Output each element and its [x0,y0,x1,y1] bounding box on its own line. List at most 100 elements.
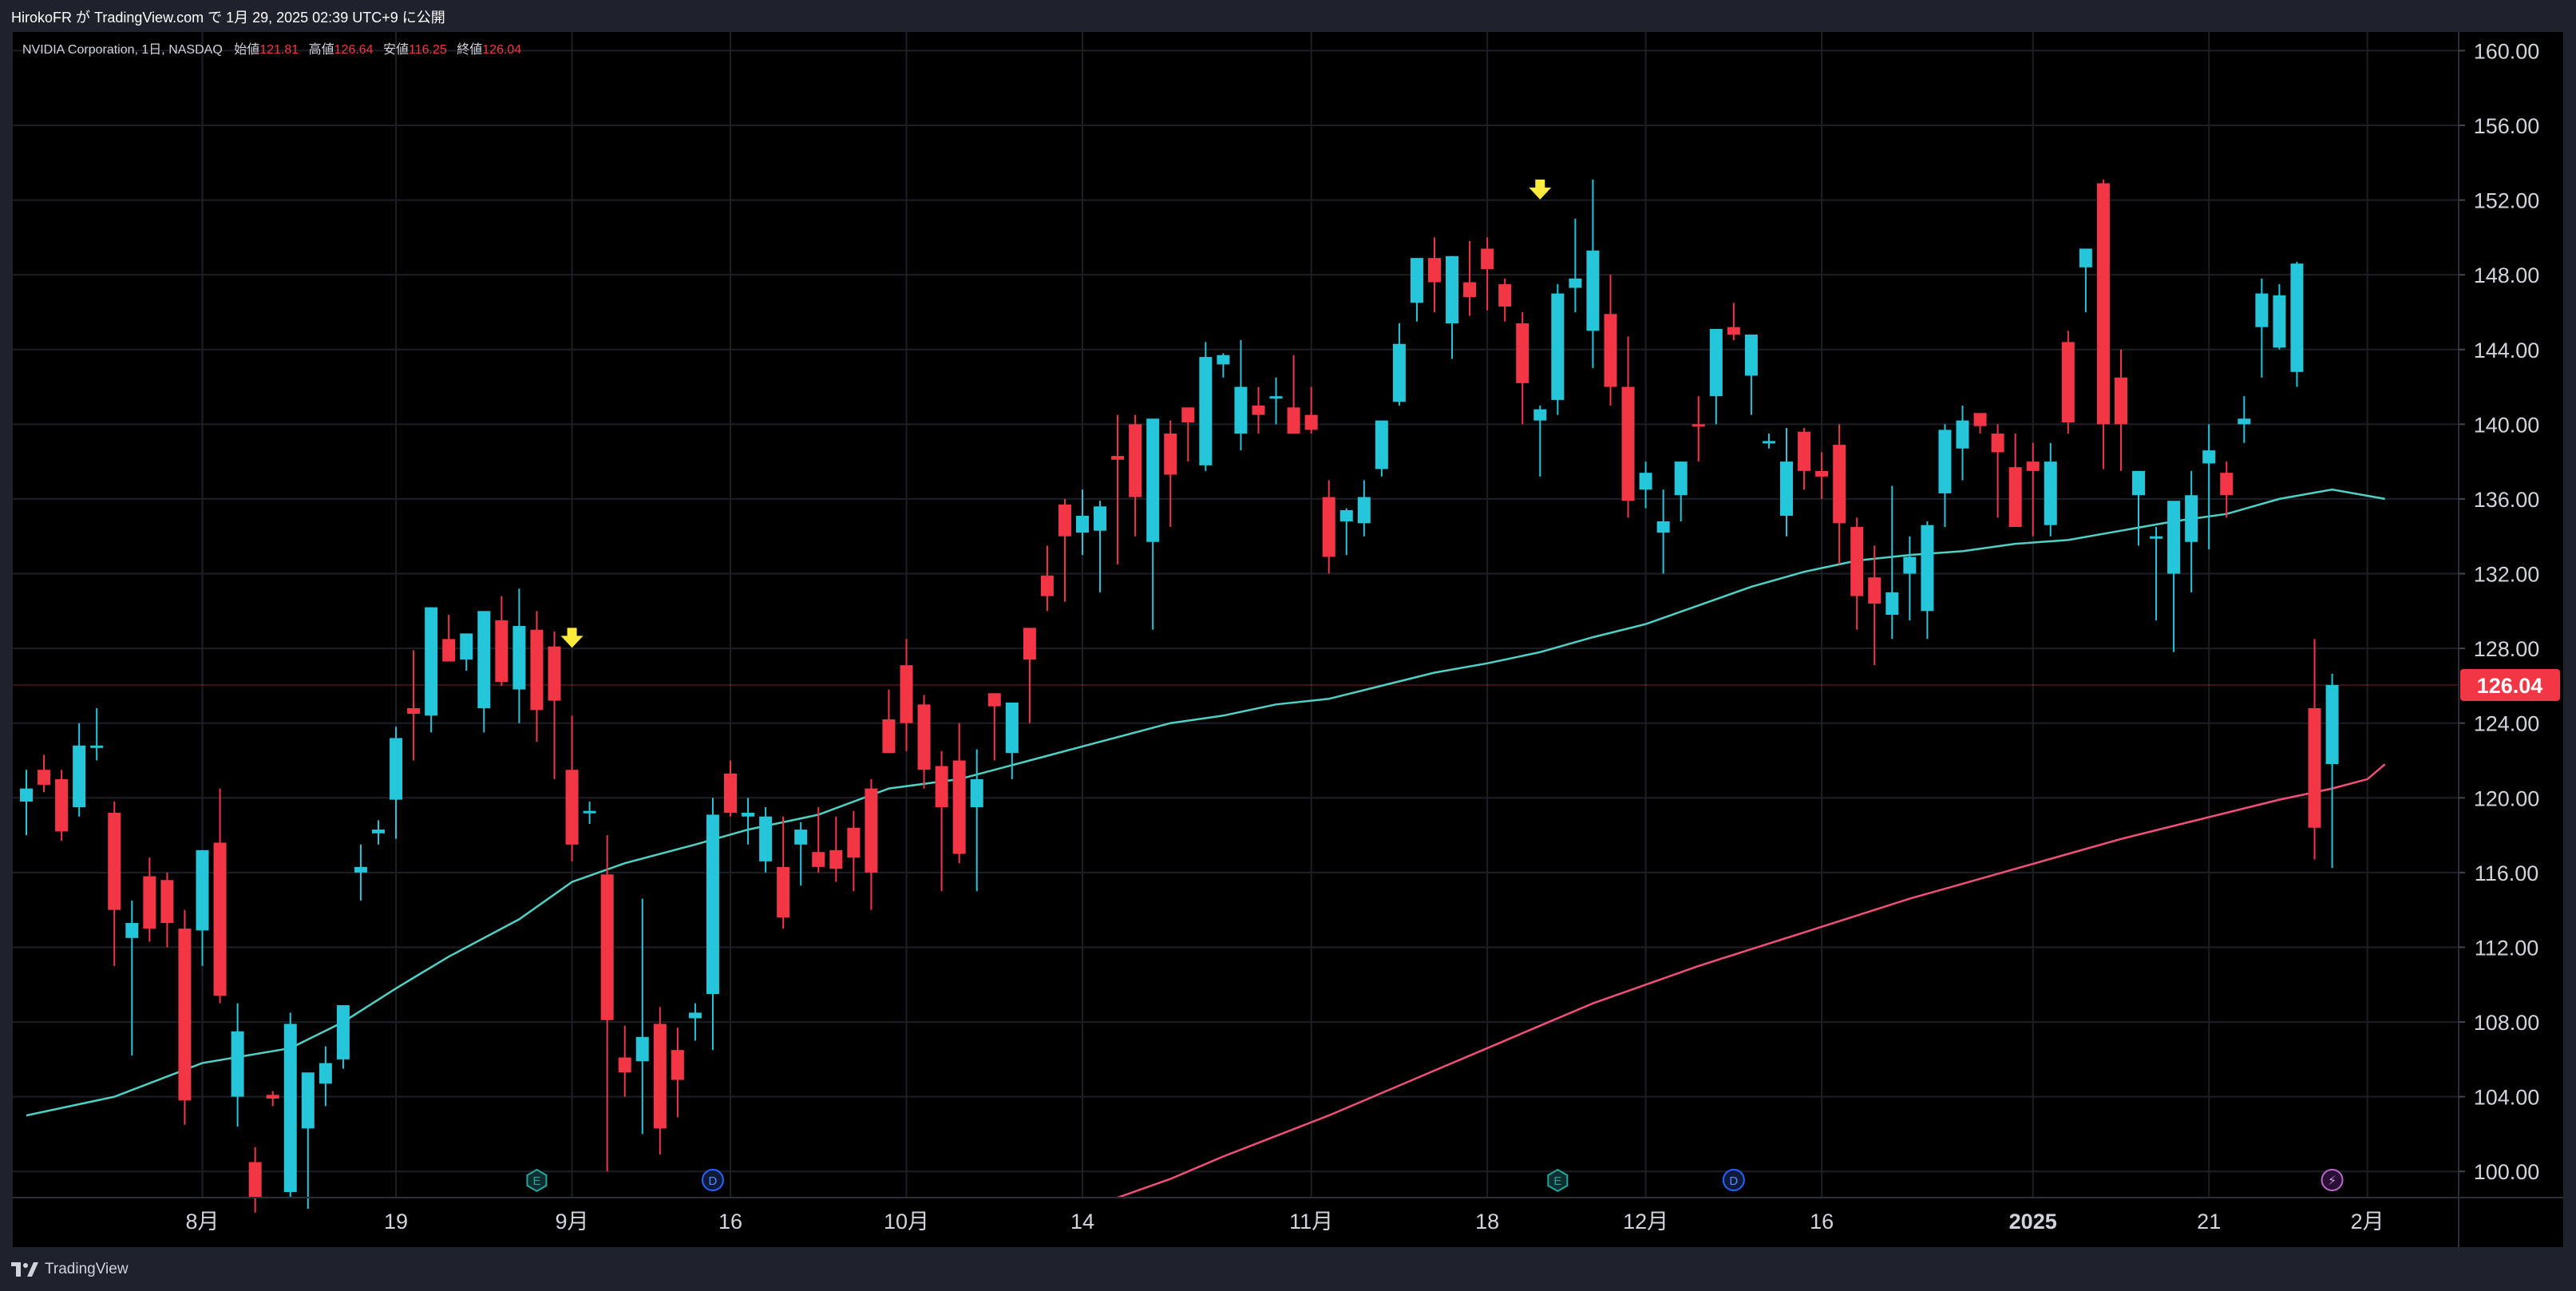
moving-averages [26,488,2386,1199]
candle [143,857,156,942]
time-tick-label: 16 [718,1210,742,1234]
candle [354,844,367,901]
candle [865,778,878,910]
candle-body [2026,461,2040,471]
candle-body [1498,283,1512,307]
candle [1463,241,1477,316]
candle [1269,377,1283,425]
candle [706,798,719,1051]
candle-body [495,620,508,683]
grid-lines [13,32,2459,1198]
candle-body [1656,521,1670,533]
candle-body [1956,420,1969,449]
candle [125,900,139,1056]
candle [1727,303,1740,341]
candle [1956,405,1969,481]
candle-body [829,849,843,869]
candle-body [1744,335,1758,376]
price-tick-label: 144.00 [2474,339,2540,362]
arrow-down-icon [560,628,584,648]
candle [671,1028,684,1118]
candle [900,639,913,751]
event-label: ⚡ [2328,1173,2337,1188]
candle [73,723,86,817]
candle-body [143,876,156,929]
candle-body [1023,628,1036,660]
candle-body [1463,282,1477,298]
candle [2026,442,2040,537]
candle [1339,508,1353,556]
last-price-label: 126.04 [2460,668,2560,701]
tradingview-logo-text: TradingView [45,1261,129,1277]
candle-body [1146,418,1160,542]
candle-body [2238,418,2251,425]
candle-body [372,830,385,834]
price-tick-label: 140.00 [2474,413,2540,437]
candle-body [1921,525,1934,612]
candle [987,693,1001,761]
candle-body [1164,434,1177,475]
candle [1428,237,1441,312]
moving-average-long-line [1117,763,2386,1199]
price-tick-label: 132.00 [2474,563,2540,587]
candle-body [2061,342,2075,423]
candle-body [812,852,825,867]
candle-body [1428,258,1441,283]
candlestick-chart[interactable]: E D E D ⚡ NVIDIA Corporation, 1日, NASDAQ 始値1… [13,32,2563,1247]
candle-body [900,665,913,723]
time-tick-label: 10月 [884,1210,929,1234]
candle [1111,414,1125,564]
time-tick-label: 21 [2197,1210,2221,1234]
candle [336,1005,350,1069]
candles [20,179,2339,1213]
footer-bar: TradingView [0,1247,2576,1291]
candle [442,615,456,662]
candle [583,801,596,825]
candle [1146,418,1160,630]
candle [1762,434,1775,449]
candle [2290,261,2304,387]
candle-body [987,693,1001,707]
price-tick-label: 160.00 [2474,39,2540,63]
legend-open-label: 始値 [234,42,259,57]
candle [1094,501,1107,592]
candle [1410,258,1423,322]
candle-body [1621,386,1635,501]
candle-body [759,816,773,861]
candle [530,611,544,743]
candle [2114,349,2127,471]
time-axis[interactable]: 8月 19 9月 16 10月 14 11月 18 12月 16 2025 21 2月 [185,1210,2384,1234]
candle-body [1005,702,1019,754]
price-axis[interactable]: 160.00 156.00 152.00 148.00 144.00 140.00 136.… [2459,39,2539,1184]
candle [635,898,649,1135]
candle [1569,218,1582,312]
candle-body [1410,258,1423,303]
candle [1586,179,1600,369]
time-tick-label: 14 [1070,1210,1094,1234]
candle-body [1938,430,1952,493]
candle [1938,424,1952,528]
candle [512,588,526,723]
event-marker: D [701,1169,724,1191]
candle-body [1991,434,2004,453]
candle-body [266,1095,279,1099]
candle-body [583,810,596,814]
candle-body [1709,329,1723,397]
chart-area[interactable]: E D E D ⚡ NVIDIA Corporation, 1日, NASDAQ 始値1… [13,32,2563,1247]
event-label: E [532,1174,540,1188]
price-tick-label: 108.00 [2474,1011,2540,1035]
candle-body [1903,556,1917,574]
candle-body [108,813,121,910]
candle [1815,452,1829,499]
candle-body [1886,592,1899,615]
candle [724,760,737,817]
candle [1357,480,1371,537]
time-tick-label: 19 [384,1210,408,1234]
candle-body [1798,431,1811,471]
price-tick-label: 120.00 [2474,786,2540,810]
candle-body [460,633,473,660]
tradingview-logo[interactable]: TradingView [11,1260,129,1279]
candle [372,820,385,845]
candle [460,633,473,671]
candle [1798,428,1811,490]
